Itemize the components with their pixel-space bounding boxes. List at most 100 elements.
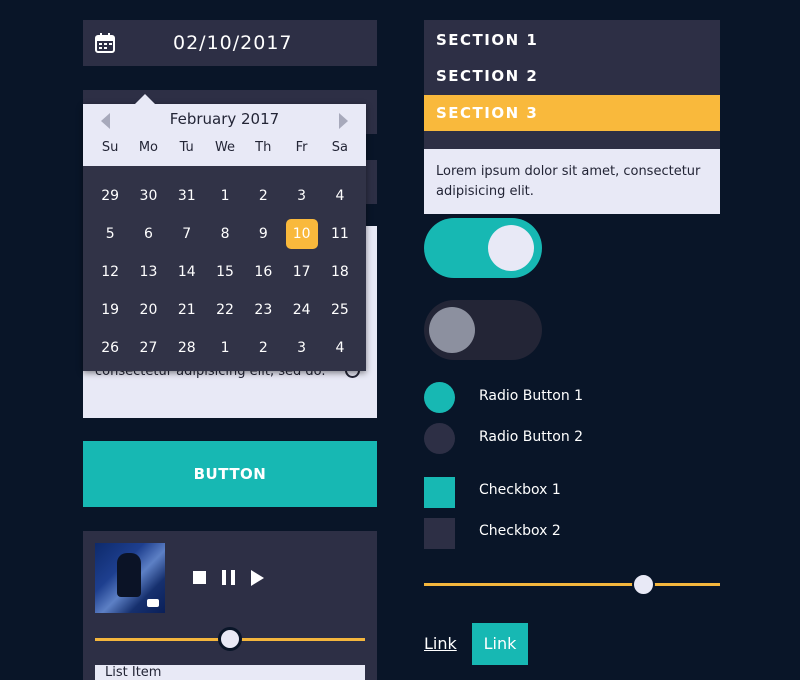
accordion-section-1[interactable]: SECTION 1 [424, 22, 720, 58]
calendar-day[interactable]: 30 [129, 177, 167, 215]
checkbox-label-1: Checkbox 1 [479, 482, 561, 498]
accordion-section-2[interactable]: SECTION 2 [424, 58, 720, 94]
calendar-day-label: 1 [220, 188, 230, 204]
calendar-day[interactable]: 24 [282, 291, 320, 329]
weekday-label: Fr [295, 140, 308, 155]
calendar-day-label: 11 [331, 226, 349, 242]
calendar-day-label: 20 [139, 302, 158, 318]
datepicker-header: February 2017 Su Mo Tu We Th Fr Sa [83, 104, 366, 166]
calendar-day[interactable]: 2 [244, 177, 282, 215]
calendar-day[interactable]: 11 [321, 215, 359, 253]
calendar-day-label: 10 [285, 219, 318, 249]
calendar-day[interactable]: 20 [129, 291, 167, 329]
calendar-day-label: 6 [143, 226, 153, 242]
calendar-day-label: 9 [258, 226, 268, 242]
calendar-day[interactable]: 27 [129, 329, 167, 367]
list-item[interactable]: List Item [95, 665, 365, 680]
toggle-on[interactable] [424, 218, 542, 278]
date-input[interactable]: 02/10/2017 [83, 20, 377, 66]
calendar-day-label: 19 [101, 302, 120, 318]
calendar-day-label: 12 [101, 264, 120, 280]
checkbox-2[interactable] [424, 518, 455, 549]
calendar-day[interactable]: 12 [91, 253, 129, 291]
calendar-day-label: 4 [335, 340, 345, 356]
seek-thumb[interactable] [218, 627, 242, 651]
calendar-day-label: 25 [331, 302, 349, 318]
calendar-day-label: 21 [177, 302, 196, 318]
primary-button[interactable]: BUTTON [83, 441, 377, 507]
calendar-day[interactable]: 4 [321, 329, 359, 367]
calendar-day[interactable]: 3 [282, 329, 320, 367]
album-art [95, 543, 165, 613]
date-value: 02/10/2017 [173, 32, 293, 54]
calendar-day[interactable]: 23 [244, 291, 282, 329]
calendar-day-label: 18 [331, 264, 349, 280]
toggle-off[interactable] [424, 300, 542, 360]
calendar-day[interactable]: 1 [206, 329, 244, 367]
calendar-day[interactable]: 7 [168, 215, 206, 253]
radio-label-2: Radio Button 2 [479, 429, 584, 445]
pause-icon[interactable] [221, 570, 236, 585]
datepicker-popup: February 2017 Su Mo Tu We Th Fr Sa 29 30 31 1 2 3 4 5… [83, 94, 366, 371]
calendar-day-label: 1 [220, 340, 230, 356]
media-player: List Item [83, 531, 377, 680]
radio-button-1[interactable] [424, 382, 455, 413]
calendar-day[interactable]: 15 [206, 253, 244, 291]
calendar-icon [95, 33, 115, 53]
calendar-day[interactable]: 9 [244, 215, 282, 253]
calendar-day[interactable]: 13 [129, 253, 167, 291]
calendar-day[interactable]: 28 [168, 329, 206, 367]
calendar-day[interactable]: 1 [206, 177, 244, 215]
calendar-day[interactable]: 3 [282, 177, 320, 215]
slider-thumb[interactable] [632, 573, 656, 596]
accordion: SECTION 1 SECTION 2 SECTION 3 Lorem ipsu… [424, 20, 720, 214]
toggle-knob [429, 307, 475, 353]
calendar-day[interactable]: 18 [321, 253, 359, 291]
slider-track[interactable] [424, 583, 720, 586]
album-art-badge [147, 599, 159, 607]
calendar-day[interactable]: 26 [91, 329, 129, 367]
calendar-day[interactable]: 22 [206, 291, 244, 329]
calendar-day-label: 5 [105, 226, 115, 242]
calendar-day-label: 27 [139, 340, 158, 356]
datepicker-notch [135, 94, 155, 104]
calendar-day[interactable]: 2 [244, 329, 282, 367]
calendar-day-label: 22 [216, 302, 234, 318]
calendar-day[interactable]: 6 [129, 215, 167, 253]
calendar-day-label: 30 [139, 188, 158, 204]
accordion-body: Lorem ipsum dolor sit amet, consectetur … [424, 149, 720, 214]
calendar-day-label: 28 [177, 340, 196, 356]
radio-button-2[interactable] [424, 423, 455, 454]
calendar-day[interactable]: 29 [91, 177, 129, 215]
weekday-label: Tu [179, 140, 194, 155]
calendar-day[interactable]: 19 [91, 291, 129, 329]
calendar-day[interactable]: 21 [168, 291, 206, 329]
weekday-row: Su Mo Tu We Th Fr Sa [91, 140, 359, 160]
stop-icon[interactable] [193, 571, 206, 584]
calendar-day-label: 3 [297, 188, 307, 204]
calendar-day[interactable]: 25 [321, 291, 359, 329]
weekday-label: We [214, 140, 236, 155]
month-label: February 2017 [169, 110, 280, 128]
accordion-section-3[interactable]: SECTION 3 [424, 95, 720, 131]
next-month-icon[interactable] [339, 113, 348, 129]
calendar-day[interactable]: 17 [282, 253, 320, 291]
album-art-figure [117, 553, 141, 597]
checkbox-1[interactable] [424, 477, 455, 508]
checkbox-label-2: Checkbox 2 [479, 523, 561, 539]
link-button[interactable]: Link [472, 623, 528, 665]
calendar-day[interactable]: 16 [244, 253, 282, 291]
calendar-day[interactable]: 14 [168, 253, 206, 291]
calendar-day[interactable]: 31 [168, 177, 206, 215]
calendar-day-label: 7 [182, 226, 192, 242]
play-icon[interactable] [251, 570, 264, 586]
calendar-day[interactable]: 8 [206, 215, 244, 253]
weekday-label: Th [255, 140, 272, 155]
calendar-day-label: 26 [101, 340, 120, 356]
text-link[interactable]: Link [424, 634, 457, 653]
calendar-day[interactable]: 5 [91, 215, 129, 253]
calendar-day-label: 13 [139, 264, 158, 280]
calendar-day-label: 14 [177, 264, 196, 280]
calendar-day[interactable]: 4 [321, 177, 359, 215]
calendar-day-selected[interactable]: 10 [282, 215, 320, 253]
